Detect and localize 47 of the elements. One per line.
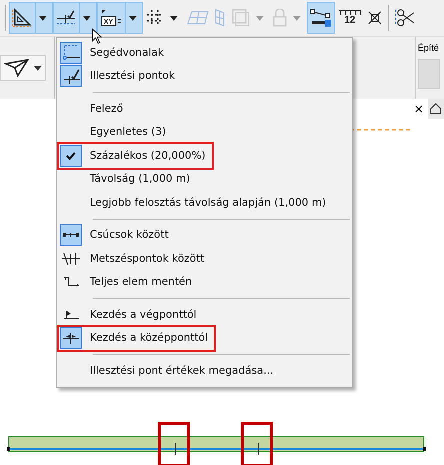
- endpoint-icon: [63, 310, 79, 320]
- triangle-icon: [12, 8, 32, 28]
- plane-icon: [215, 9, 226, 27]
- menu-item[interactable]: Kezdés a középponttól: [59, 326, 214, 350]
- ruler-icon: [338, 10, 362, 16]
- menu-item[interactable]: Egyenletes (3): [59, 120, 172, 144]
- menu-item[interactable]: Százalékos (20,000%): [59, 144, 212, 168]
- selection-icon: [310, 8, 332, 28]
- plane-icon: [187, 11, 209, 25]
- coordinates-icon: [100, 9, 122, 27]
- toolbar-button[interactable]: 12: [335, 2, 365, 34]
- menu-item[interactable]: Csúcsok között: [59, 224, 175, 247]
- intersection-icon: [62, 252, 80, 266]
- guide-lines-icon: [62, 45, 80, 60]
- check-icon: [66, 152, 76, 160]
- lock-icon: [273, 9, 287, 27]
- snap-point-icon: [62, 68, 80, 84]
- midpoint-icon: [63, 332, 79, 344]
- snap-point-icon: [56, 10, 76, 26]
- menu-item[interactable]: Legjobb felosztás távolság alapján (1,000 m): [59, 191, 332, 214]
- polyline-icon: [63, 276, 79, 288]
- cross-icon: [368, 11, 382, 25]
- paper-plane-icon: [4, 58, 30, 78]
- toolbar-button[interactable]: [307, 2, 335, 34]
- grid-icon: [146, 9, 164, 27]
- frame-icon: [232, 9, 250, 27]
- split-button[interactable]: [0, 55, 46, 81]
- menu-item[interactable]: Metszéspontok között: [59, 247, 211, 270]
- division-mark: [174, 443, 176, 455]
- split-button[interactable]: [53, 2, 97, 34]
- menu-item[interactable]: Illesztési pontok: [59, 64, 182, 88]
- division-mark: [258, 443, 260, 455]
- panel-label: Építé: [418, 43, 440, 53]
- menu-item[interactable]: Kezdés a végponttól: [59, 303, 203, 326]
- split-button[interactable]: [9, 2, 53, 34]
- scissors-icon: [395, 8, 415, 28]
- menu-item[interactable]: Teljes elem mentén: [59, 270, 198, 294]
- caret-icon: [34, 66, 42, 70]
- close-icon[interactable]: ×: [414, 102, 424, 116]
- dashed-line: [350, 129, 410, 131]
- segment-icon: [63, 233, 79, 238]
- menu-item[interactable]: Felező: [59, 97, 130, 120]
- mouse-pointer-icon: [92, 28, 103, 45]
- menu-item[interactable]: Segédvonalak: [59, 41, 170, 64]
- house-icon[interactable]: [430, 103, 442, 115]
- menu-item[interactable]: Távolság (1,000 m): [59, 168, 196, 191]
- menu-item[interactable]: Illesztési pont értékek megadása...: [59, 359, 280, 382]
